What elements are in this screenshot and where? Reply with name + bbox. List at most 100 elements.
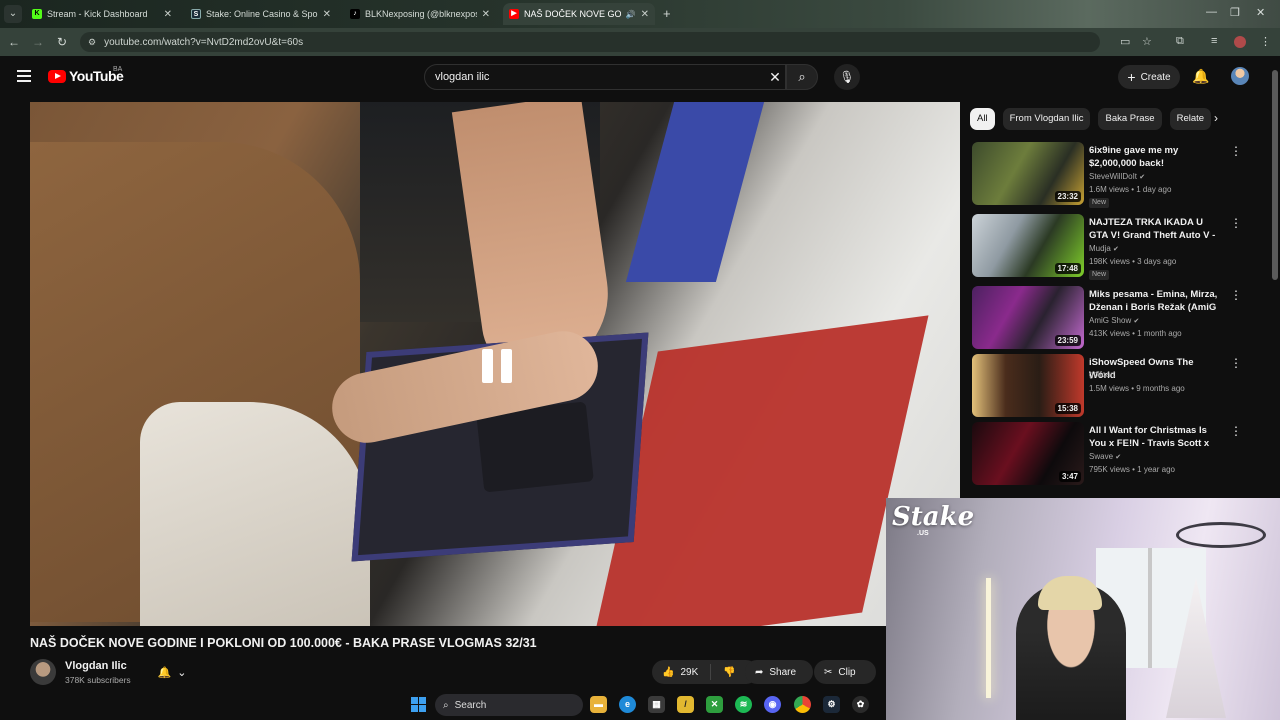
video-title: NAŠ DOČEK NOVE GODINE I POKLONI OD 100.0…: [30, 636, 537, 650]
bookmark-star-icon[interactable]: ☆: [1142, 35, 1152, 48]
share-label: Share: [769, 666, 797, 678]
taskbar-search-label: Search: [454, 699, 487, 711]
new-tab-plus-icon[interactable]: +: [663, 6, 671, 21]
forward-arrow-icon[interactable]: →: [30, 34, 46, 50]
chevron-right-icon[interactable]: ›: [1214, 111, 1218, 125]
tab-label: NAŠ DOČEK NOVE GODINE: [524, 9, 621, 19]
clear-search-icon[interactable]: ✕: [765, 69, 785, 86]
close-tab-icon[interactable]: ✕: [482, 9, 490, 20]
youtube-favicon-icon: ▶: [509, 9, 519, 19]
chip-from-channel[interactable]: From Vlogdan Ilic: [1002, 108, 1091, 130]
rec-title[interactable]: All I Want for Christmas Is You x FE!N -…: [1089, 424, 1219, 450]
close-tab-icon[interactable]: ✕: [323, 9, 331, 20]
speaker-icon[interactable]: 🔊: [626, 10, 636, 19]
recommendation-item[interactable]: 3:47 All I Want for Christmas Is You x F…: [970, 422, 1260, 486]
file-explorer-icon[interactable]: ▬: [590, 696, 607, 713]
media-controls-icon[interactable]: ≡: [1211, 35, 1217, 47]
page-scrollbar[interactable]: [1272, 70, 1278, 280]
rec-meta: 795K views • 1 year ago: [1089, 465, 1175, 474]
video-thumbnail[interactable]: 3:47: [972, 422, 1084, 485]
tab-label: Stake: Online Casino & Sports: [206, 9, 318, 19]
video-thumbnail[interactable]: 15:38: [972, 354, 1084, 417]
subscription-notifications-button[interactable]: 🔔 ⌄: [150, 661, 194, 683]
windows-start-icon[interactable]: [411, 697, 426, 712]
recommendation-item[interactable]: 23:59 Miks pesama - Emina, Mirza, Dženan…: [970, 286, 1260, 350]
menu-hamburger-icon[interactable]: [17, 70, 31, 85]
account-avatar[interactable]: [1231, 67, 1249, 85]
voice-search-button[interactable]: 🎙: [834, 64, 860, 90]
plus-icon: +: [1127, 69, 1136, 85]
notifications-bell-icon[interactable]: 🔔: [1192, 68, 1209, 85]
rec-channel[interactable]: Mudja ✔: [1089, 244, 1119, 253]
duration-badge: 23:59: [1054, 335, 1081, 346]
reload-icon[interactable]: ↻: [54, 34, 70, 50]
close-window-icon[interactable]: ✕: [1256, 6, 1265, 19]
spotify-icon[interactable]: ≋: [735, 696, 752, 713]
app-icon[interactable]: ✿: [852, 696, 869, 713]
tab-tiktok[interactable]: ♪ BLKNexposing (@blknexposing) ✕: [344, 3, 496, 25]
video-thumbnail[interactable]: 17:48: [972, 214, 1084, 277]
channel-name[interactable]: Vlogdan Ilic: [65, 660, 127, 672]
thumbs-down-icon[interactable]: 👎: [723, 667, 735, 678]
profile-avatar-icon[interactable]: [1234, 36, 1246, 48]
tab-kick-dashboard[interactable]: K Stream - Kick Dashboard ✕: [26, 3, 178, 25]
chip-related[interactable]: Relate: [1169, 108, 1212, 130]
chrome-icon[interactable]: [794, 696, 811, 713]
chip-baka-prase[interactable]: Baka Prase: [1098, 108, 1162, 130]
rec-channel[interactable]: AmiG Show ✔: [1089, 316, 1139, 325]
more-options-icon[interactable]: ⋮: [1230, 356, 1242, 370]
stake-logo: Stake: [892, 502, 975, 532]
back-arrow-icon[interactable]: ←: [6, 34, 22, 50]
thumbs-up-icon[interactable]: 👍: [662, 667, 674, 678]
taskbar-search[interactable]: ⌕ Search: [435, 694, 583, 716]
store-icon[interactable]: ▦: [648, 696, 665, 713]
more-options-icon[interactable]: ⋮: [1230, 144, 1242, 158]
steam-icon[interactable]: ⚙: [823, 696, 840, 713]
recommendation-item[interactable]: 23:32 6ix9ine gave me my $2,000,000 back…: [970, 142, 1260, 208]
close-tab-icon[interactable]: ✕: [641, 9, 649, 20]
rec-channel[interactable]: SteveWillDoIt ✔: [1089, 172, 1145, 181]
stake-favicon-icon: S: [191, 9, 201, 19]
xbox-icon[interactable]: ✕: [706, 696, 723, 713]
tab-youtube-video[interactable]: ▶ NAŠ DOČEK NOVE GODINE 🔊 ✕: [503, 3, 655, 25]
minimize-icon[interactable]: —: [1206, 6, 1217, 18]
video-thumbnail[interactable]: 23:32: [972, 142, 1084, 205]
rec-title[interactable]: 6ix9ine gave me my $2,000,000 back!: [1089, 144, 1219, 170]
site-info-icon[interactable]: ⚙: [88, 37, 96, 48]
more-options-icon[interactable]: ⋮: [1230, 216, 1242, 230]
cast-icon[interactable]: ▭: [1120, 35, 1130, 48]
share-button[interactable]: ➦ Share: [745, 660, 813, 684]
clip-button[interactable]: ✂ Clip: [814, 660, 876, 684]
edge-icon[interactable]: e: [619, 696, 636, 713]
video-thumbnail[interactable]: 23:59: [972, 286, 1084, 349]
tab-stake[interactable]: S Stake: Online Casino & Sports ✕: [185, 3, 337, 25]
streamer-hair: [1038, 576, 1102, 610]
like-count[interactable]: 29K: [680, 667, 698, 678]
address-bar[interactable]: ⚙ youtube.com/watch?v=NvtD2md2ovU&t=60s: [80, 32, 1100, 52]
recommendation-item[interactable]: 17:48 NAJTEZA TRKA IKADA U GTA V! Grand …: [970, 214, 1260, 280]
discord-icon[interactable]: ◉: [764, 696, 781, 713]
browser-menu-icon[interactable]: ⋮: [1260, 35, 1271, 48]
rec-channel[interactable]: golfcart: [1089, 370, 1115, 379]
pin-app-icon[interactable]: /: [677, 696, 694, 713]
recommendation-item[interactable]: 15:38 iShowSpeed Owns The World golfcart…: [970, 354, 1260, 418]
extensions-icon[interactable]: ⧉: [1176, 35, 1184, 48]
tab-search-menu-icon[interactable]: ⌄: [4, 5, 22, 23]
pause-icon[interactable]: [482, 349, 512, 383]
search-button[interactable]: ⌕: [786, 64, 818, 90]
chip-all[interactable]: All: [970, 108, 995, 130]
more-options-icon[interactable]: ⋮: [1230, 424, 1242, 438]
more-options-icon[interactable]: ⋮: [1230, 288, 1242, 302]
rec-channel[interactable]: Swave ✔: [1089, 452, 1121, 461]
duration-badge: 23:32: [1054, 191, 1081, 202]
channel-avatar[interactable]: [30, 659, 56, 685]
restore-icon[interactable]: ❐: [1230, 6, 1240, 19]
video-player[interactable]: [30, 102, 960, 626]
close-tab-icon[interactable]: ✕: [164, 9, 172, 20]
create-button[interactable]: + Create: [1118, 65, 1180, 89]
search-icon: ⌕: [798, 69, 806, 84]
search-input[interactable]: vlogdan ilic ✕: [424, 64, 786, 90]
rec-title[interactable]: Miks pesama - Emina, Mirza, Dženan i Bor…: [1089, 288, 1219, 314]
rec-title[interactable]: NAJTEZA TRKA IKADA U GTA V! Grand Theft …: [1089, 216, 1219, 242]
bell-icon: 🔔: [157, 666, 172, 679]
